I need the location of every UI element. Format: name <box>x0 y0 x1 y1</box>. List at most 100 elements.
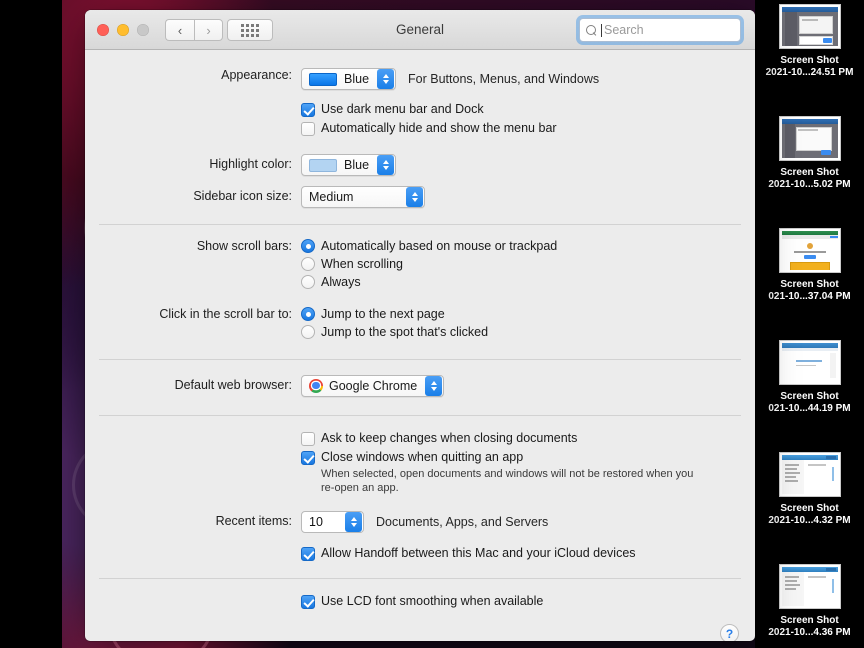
recent-items-value[interactable]: 10 <box>309 515 345 529</box>
scroll-bars-option-when-scrolling[interactable]: When scrolling <box>301 256 755 271</box>
desktop-icon-subtitle: 2021-10...5.02 PM <box>768 179 851 190</box>
default-web-browser-label: Default web browser: <box>174 377 292 392</box>
desktop-icon-title: Screen Shot <box>780 279 839 290</box>
handoff-label: Allow Handoff between this Mac and your … <box>321 545 636 560</box>
screenshot-thumbnail <box>778 564 841 609</box>
default-web-browser-value: Google Chrome <box>329 378 418 393</box>
close-windows-quit-checkbox[interactable] <box>301 450 315 465</box>
desktop-icon-title: Screen Shot <box>780 615 839 626</box>
ask-keep-changes-checkbox[interactable] <box>301 431 315 446</box>
scroll-bars-option-auto[interactable]: Automatically based on mouse or trackpad <box>301 238 755 253</box>
recent-items-stepper-icon[interactable] <box>345 511 362 532</box>
highlight-color-swatch <box>309 158 337 172</box>
appearance-color-swatch <box>309 72 337 86</box>
help-button[interactable]: ? <box>720 624 739 641</box>
screenshot-thumbnail <box>778 228 841 273</box>
scroll-bars-label-always: Always <box>321 274 361 289</box>
click-scroll-radio-next-page[interactable] <box>301 306 315 321</box>
desktop-icon-title: Screen Shot <box>780 503 839 514</box>
section-divider <box>99 414 741 416</box>
click-scroll-bar-label: Click in the scroll bar to: <box>159 306 292 321</box>
dark-menu-bar-label: Use dark menu bar and Dock <box>321 102 484 116</box>
lcd-smoothing-row: Use LCD font smoothing when available <box>85 594 755 609</box>
desktop-icon-subtitle: 2021-10...4.32 PM <box>768 515 851 526</box>
handoff-checkbox-row[interactable]: Allow Handoff between this Mac and your … <box>301 546 755 561</box>
scroll-bars-option-always[interactable]: Always <box>301 274 755 289</box>
handoff-row: Allow Handoff between this Mac and your … <box>85 546 755 561</box>
screenshot-thumbnail <box>778 452 841 497</box>
desktop-icon-title: Screen Shot <box>780 167 839 178</box>
recent-items-stepper[interactable]: 10 <box>301 510 364 533</box>
section-divider <box>99 358 741 360</box>
dark-menu-bar-checkbox-row[interactable]: Use dark menu bar and Dock <box>301 102 755 117</box>
highlight-color-stepper-icon[interactable] <box>377 155 395 175</box>
recent-items-row: Recent items: 10 Documents, Apps, and Se… <box>85 510 755 533</box>
appearance-popup-button[interactable]: Blue <box>301 68 397 90</box>
search-field-wrapper[interactable]: Search <box>579 18 741 42</box>
desktop-icon[interactable]: Screen Shot 2021-10...24.51 PM <box>755 4 864 79</box>
lcd-smoothing-label: Use LCD font smoothing when available <box>321 593 544 608</box>
show-scroll-bars-row: Show scroll bars: Automatically based on… <box>85 238 755 293</box>
handoff-checkbox[interactable] <box>301 546 315 561</box>
desktop-icon-subtitle: 2021-10...24.51 PM <box>765 67 854 78</box>
sidebar-icon-size-popup-button[interactable]: Medium <box>301 185 425 208</box>
default-web-browser-popup-button[interactable]: Google Chrome <box>301 374 445 397</box>
screenshot-thumbnail <box>778 4 841 49</box>
desktop-icon[interactable]: Screen Shot 2021-10...4.32 PM <box>755 452 864 527</box>
click-scroll-bar-row: Click in the scroll bar to: Jump to the … <box>85 306 755 343</box>
highlight-color-popup-button[interactable]: Blue <box>301 154 397 176</box>
desktop-icon[interactable]: Screen Shot 021-10...37.04 PM <box>755 228 864 303</box>
highlight-color-value: Blue <box>344 158 370 172</box>
dark-menu-bar-checkbox[interactable] <box>301 103 315 117</box>
appearance-label: Appearance: <box>221 68 292 82</box>
close-windows-quit-label: Close windows when quitting an app <box>321 449 524 464</box>
close-windows-quit-row[interactable]: Close windows when quitting an app <box>301 450 755 465</box>
close-windows-quit-note: When selected, open documents and window… <box>321 467 694 494</box>
desktop-icon[interactable]: Screen Shot 2021-10...4.36 PM <box>755 564 864 639</box>
ask-keep-changes-row[interactable]: Ask to keep changes when closing documen… <box>301 431 755 446</box>
click-scroll-option-spot-clicked[interactable]: Jump to the spot that's clicked <box>301 324 755 339</box>
system-preferences-window: ‹ › General Search Appearance: Blue For … <box>85 10 755 641</box>
window-titlebar: ‹ › General Search <box>85 10 755 50</box>
ask-keep-changes-label: Ask to keep changes when closing documen… <box>321 430 578 445</box>
scroll-bars-label-auto: Automatically based on mouse or trackpad <box>321 238 558 253</box>
desktop-icon-subtitle: 021-10...44.19 PM <box>768 403 851 414</box>
appearance-stepper-icon[interactable] <box>377 69 395 89</box>
search-placeholder: Search <box>604 23 644 37</box>
desktop-icon[interactable]: Screen Shot 021-10...44.19 PM <box>755 340 864 415</box>
desktop-icon-subtitle: 021-10...37.04 PM <box>768 291 851 302</box>
search-input[interactable]: Search <box>579 18 741 42</box>
chrome-icon <box>309 378 323 393</box>
scroll-bars-radio-auto[interactable] <box>301 238 315 253</box>
click-scroll-label-spot-clicked: Jump to the spot that's clicked <box>321 324 489 339</box>
highlight-color-row: Highlight color: Blue <box>85 154 755 177</box>
click-scroll-radio-spot-clicked[interactable] <box>301 324 315 339</box>
preferences-content: Appearance: Blue For Buttons, Menus, and… <box>85 68 755 641</box>
click-scroll-label-next-page: Jump to the next page <box>321 306 445 321</box>
sidebar-icon-size-stepper-icon[interactable] <box>406 186 423 207</box>
screenshot-thumbnail <box>778 340 841 385</box>
screenshot-thumbnail <box>778 116 841 161</box>
desktop-icon-subtitle: 2021-10...4.36 PM <box>768 627 851 638</box>
section-divider <box>99 577 741 579</box>
menu-bar-options-row: Use dark menu bar and Dock Automatically… <box>85 102 755 140</box>
scroll-bars-radio-always[interactable] <box>301 274 315 289</box>
scroll-bars-label-when-scrolling: When scrolling <box>321 256 403 271</box>
documents-options-row: Ask to keep changes when closing documen… <box>85 431 755 495</box>
scroll-bars-radio-when-scrolling[interactable] <box>301 256 315 271</box>
appearance-value: Blue <box>344 72 370 86</box>
auto-hide-menu-bar-checkbox[interactable] <box>301 122 315 136</box>
lcd-smoothing-checkbox[interactable] <box>301 594 315 609</box>
recent-items-helper-text: Documents, Apps, and Servers <box>376 514 549 529</box>
lcd-smoothing-checkbox-row[interactable]: Use LCD font smoothing when available <box>301 594 755 609</box>
highlight-color-label: Highlight color: <box>209 157 292 171</box>
show-scroll-bars-label: Show scroll bars: <box>196 238 292 253</box>
auto-hide-menu-bar-checkbox-row[interactable]: Automatically hide and show the menu bar <box>301 121 755 136</box>
default-web-browser-stepper-icon[interactable] <box>425 375 443 396</box>
click-scroll-option-next-page[interactable]: Jump to the next page <box>301 306 755 321</box>
desktop-icon[interactable]: Screen Shot 2021-10...5.02 PM <box>755 116 864 191</box>
screen-left-black-bar <box>0 0 62 648</box>
recent-items-label: Recent items: <box>215 513 292 528</box>
sidebar-icon-size-label: Sidebar icon size: <box>193 188 292 203</box>
auto-hide-menu-bar-label: Automatically hide and show the menu bar <box>321 121 557 135</box>
